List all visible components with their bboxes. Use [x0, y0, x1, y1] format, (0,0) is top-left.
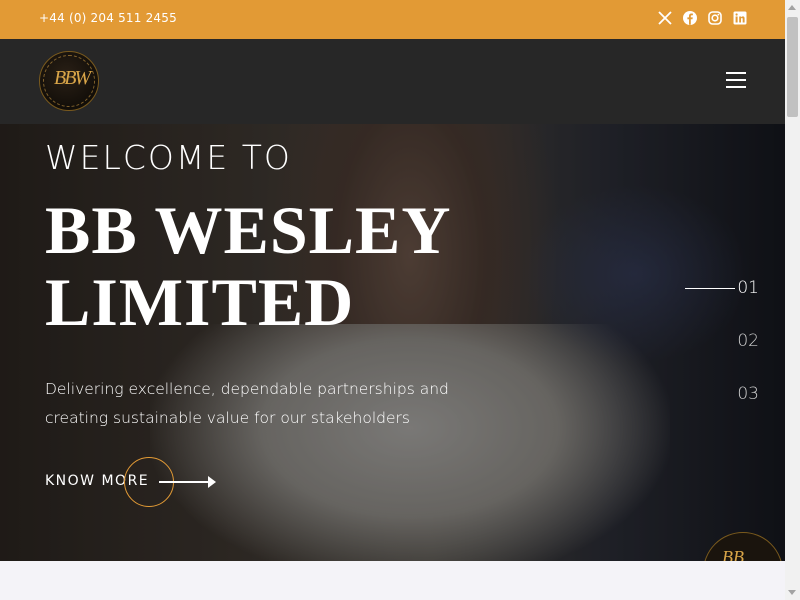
hero-title-line2: LIMITED: [45, 264, 355, 340]
site-header: BBW: [0, 39, 785, 124]
slide-dot-02[interactable]: 02: [737, 331, 759, 351]
instagram-icon[interactable]: [708, 11, 722, 25]
slide-dot-01[interactable]: 01: [737, 278, 759, 298]
company-logo[interactable]: BBW: [39, 51, 99, 111]
scrollbar-thumb[interactable]: [787, 17, 798, 117]
slide-dot-03[interactable]: 03: [737, 384, 759, 404]
scroll-down-arrow-icon[interactable]: [788, 590, 796, 595]
hero-title-line1: BB WESLEY: [45, 192, 452, 268]
top-bar: +44 (0) 204 511 2455: [0, 0, 785, 39]
arrow-right-icon: [159, 476, 216, 488]
scroll-up-arrow-icon[interactable]: [788, 5, 796, 10]
next-section: [0, 561, 785, 600]
hamburger-menu-icon[interactable]: [726, 72, 746, 88]
x-icon[interactable]: [658, 11, 672, 25]
hero-title: BB WESLEY LIMITED: [45, 194, 451, 338]
logo-monogram: BBW: [54, 67, 91, 89]
active-slide-line: [685, 288, 735, 289]
hero-tagline: Delivering excellence, dependable partne…: [45, 380, 449, 427]
page: +44 (0) 204 511 2455 BBW WELCOME TO BB W…: [0, 0, 785, 600]
linkedin-icon[interactable]: [733, 11, 747, 25]
badge-monogram: BB: [722, 547, 744, 561]
social-links: [658, 11, 747, 25]
phone-number[interactable]: +44 (0) 204 511 2455: [39, 11, 177, 25]
facebook-icon[interactable]: [683, 11, 697, 25]
hero-slider: WELCOME TO BB WESLEY LIMITED Delivering …: [0, 124, 785, 561]
welcome-text: WELCOME TO: [45, 138, 292, 177]
know-more-button[interactable]: KNOW MORE: [45, 457, 225, 507]
page-scrollbar[interactable]: [785, 0, 800, 600]
